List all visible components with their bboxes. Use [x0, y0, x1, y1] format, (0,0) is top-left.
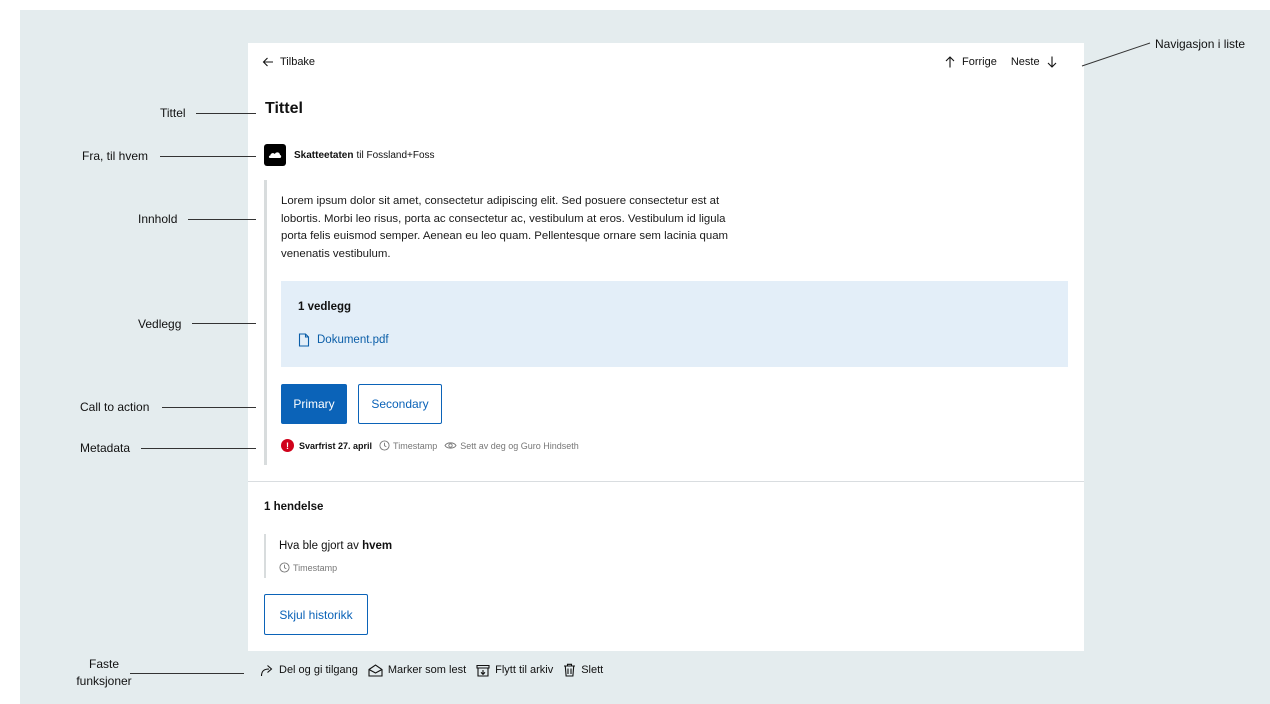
- archive-label: Flytt til arkiv: [495, 664, 554, 676]
- primary-button[interactable]: Primary: [281, 384, 347, 424]
- sender-logo-icon: [264, 144, 286, 166]
- attachment-file-link[interactable]: Dokument.pdf: [298, 333, 389, 347]
- arrow-down-icon: [1047, 56, 1056, 68]
- annotation-metadata: Metadata: [80, 441, 131, 455]
- previous-link[interactable]: Forrige: [944, 56, 997, 68]
- clock-icon: [279, 562, 290, 573]
- envelope-open-icon: [368, 663, 383, 677]
- annotation-line: [160, 156, 256, 157]
- next-link[interactable]: Neste: [1011, 56, 1058, 68]
- annotation-line: [130, 673, 244, 674]
- history-heading: 1 hendelse: [264, 501, 324, 513]
- next-label: Neste: [1010, 56, 1040, 68]
- message-body-text: Lorem ipsum dolor sit amet, consectetur …: [281, 195, 729, 260]
- annotation-fixed-line1: Faste: [88, 657, 119, 671]
- annotation-title: Tittel: [160, 106, 186, 120]
- sender-row: Skatteetaten til Fossland+Foss: [264, 144, 435, 166]
- archive-icon: [476, 664, 490, 677]
- deadline-text: Svarfrist 27. april: [299, 440, 373, 451]
- content-border: [264, 180, 267, 465]
- secondary-button[interactable]: Secondary: [358, 384, 442, 424]
- mark-read-button[interactable]: Marker som lest: [368, 663, 467, 677]
- back-link[interactable]: Tilbake: [262, 56, 315, 68]
- archive-button[interactable]: Flytt til arkiv: [476, 664, 553, 677]
- annotation-line: [141, 448, 256, 449]
- timestamp-text: Timestamp: [393, 440, 438, 451]
- eye-icon: [444, 442, 457, 449]
- delete-label: Slett: [581, 664, 604, 676]
- annotation-content: Innhold: [138, 212, 178, 226]
- annotation-list-nav: Navigasjon i liste: [1155, 37, 1246, 51]
- seen-by-text: Sett av deg og Guro Hindseth: [460, 440, 579, 451]
- annotation-line: [188, 219, 256, 220]
- annotation-line: [162, 407, 256, 408]
- message-title: Tittel: [265, 100, 303, 117]
- trash-icon: [564, 663, 576, 677]
- attachment-file-name: Dokument.pdf: [317, 334, 389, 346]
- section-divider: [248, 481, 1084, 482]
- delete-button[interactable]: Slett: [563, 663, 603, 677]
- annotation-attachment: Vedlegg: [138, 317, 182, 331]
- history-event: Hva ble gjort av hvem: [279, 540, 392, 552]
- share-arrow-icon: [260, 664, 273, 676]
- annotation-from-to: Fra, til hvem: [82, 149, 149, 163]
- annotation-line: [192, 323, 256, 324]
- history-timestamp: Timestamp: [279, 562, 337, 573]
- attachment-heading: 1 vedlegg: [298, 301, 352, 313]
- annotation-line: [196, 113, 256, 114]
- history-event-text: Hva ble gjort av: [279, 540, 359, 552]
- history-timestamp-text: Timestamp: [293, 562, 338, 573]
- recipient-text: til Fossland+Foss: [356, 149, 435, 161]
- metadata-row: ! Svarfrist 27. april Timestamp Sett av …: [281, 439, 579, 452]
- arrow-up-icon: [945, 56, 955, 68]
- annotation-line: [1081, 42, 1151, 67]
- previous-label: Forrige: [962, 56, 997, 68]
- back-label: Tilbake: [280, 56, 316, 68]
- alert-icon: !: [281, 439, 294, 452]
- annotation-cta: Call to action: [80, 400, 150, 414]
- history-border: [264, 534, 266, 578]
- history-event-actor: hvem: [362, 540, 393, 552]
- arrow-left-icon: [262, 57, 273, 67]
- share-label: Del og gi tilgang: [279, 664, 358, 676]
- fixed-actions-bar: Del og gi tilgang Marker som lest Flytt …: [260, 663, 613, 677]
- document-icon: [298, 333, 310, 347]
- annotation-fixed-line2: funksjoner: [76, 674, 132, 688]
- sender-name: Skatteetaten: [294, 149, 354, 161]
- message-body: Lorem ipsum dolor sit amet, consectetur …: [281, 193, 741, 263]
- attachment-panel: 1 vedlegg Dokument.pdf: [281, 281, 1068, 367]
- clock-icon: [379, 440, 390, 451]
- hide-history-button[interactable]: Skjul historikk: [264, 594, 368, 635]
- mark-read-label: Marker som lest: [387, 664, 467, 676]
- share-button[interactable]: Del og gi tilgang: [260, 664, 358, 677]
- list-navigation: Forrige Neste: [944, 56, 1058, 68]
